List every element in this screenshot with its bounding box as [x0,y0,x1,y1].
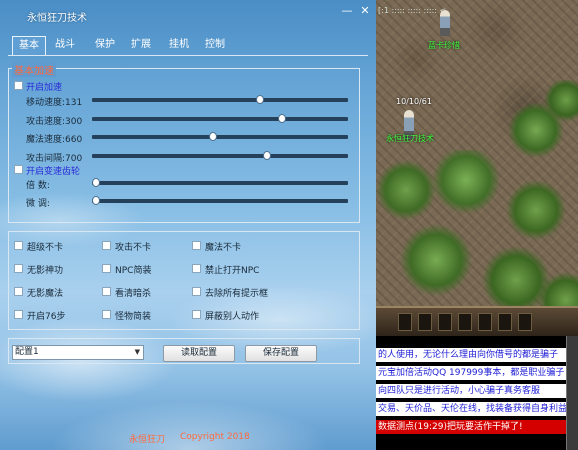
move-speed-slider[interactable] [92,95,348,104]
hud-slot[interactable] [418,313,432,331]
tab-extend[interactable]: 扩展 [126,36,156,56]
speed-group-title: 基本加速 [12,62,56,77]
hud-slot[interactable] [478,313,492,331]
gear-finetune-slider[interactable] [92,196,348,205]
minimize-button[interactable]: — [340,4,354,18]
tab-protect[interactable]: 保护 [90,36,120,56]
save-config-button[interactable]: 保存配置 [245,345,317,362]
tab-autohunt[interactable]: 挂机 [164,36,194,56]
chevron-down-icon[interactable]: ▼ [135,346,140,359]
close-button[interactable]: ✕ [358,4,372,18]
coordinates-readout: [:1 ::::: ::::: ::::: < [378,6,447,15]
title-bar: 永恒狂刀技术 — ✕ [0,0,376,30]
gear-multiplier-label: 倍 数: [26,181,50,191]
gear-multiplier-thumb[interactable] [92,178,100,187]
game-view: [:1 ::::: ::::: ::::: < 蓝卡珍惜 10/10/61 永恒… [376,0,578,450]
config-select[interactable]: 配置1 ▼ [12,345,144,360]
read-config-button[interactable]: 读取配置 [163,345,235,362]
option-checkbox[interactable] [102,310,111,319]
option-label: 怪物简装 [115,312,152,322]
magic-speed-slider[interactable] [92,132,348,141]
tab-control[interactable]: 控制 [200,36,230,56]
chat-line: 元宝加倍活动QQ 197999事本，都是职业骗子 [376,366,566,380]
game-trees [376,150,578,320]
option-checkbox[interactable] [102,264,111,273]
window-title: 永恒狂刀技术 [27,13,87,24]
attack-interval-thumb[interactable] [263,151,271,160]
chat-line: 向四队只是进行活动，小心骗子真务客服 [376,384,566,398]
hud-slot[interactable] [438,313,452,331]
gear-multiplier-slider[interactable] [92,178,348,187]
attack-interval-slider[interactable] [92,151,348,160]
tool-window: 永恒狂刀技术 — ✕ 基本 战斗 保护 扩展 挂机 控制 基本加速 开启加速 移… [0,0,376,450]
option-label: 超级不卡 [27,243,64,253]
hud-slot[interactable] [458,313,472,331]
enable-speed-label: 开启加速 [26,83,63,93]
npc-name: 蓝卡珍惜 [428,41,460,50]
gear-finetune-thumb[interactable] [92,196,100,205]
option-label: 开启76步 [27,312,66,322]
option-checkbox[interactable] [192,287,201,296]
tab-basic[interactable]: 基本 [12,36,46,56]
game-hud-bar [376,306,578,336]
attack-speed-slider[interactable] [92,114,348,123]
option-label: 去除所有提示框 [205,289,269,299]
attack-speed-label: 攻击速度:300 [26,117,83,127]
hud-slot[interactable] [498,313,512,331]
game-tree-upper [486,80,578,160]
option-label: 无影魔法 [27,289,64,299]
config-select-value: 配置1 [15,347,39,357]
option-checkbox[interactable] [14,264,23,273]
option-checkbox[interactable] [14,287,23,296]
player-name: 永恒狂刀技术 [386,134,434,143]
tab-combat[interactable]: 战斗 [50,36,80,56]
option-checkbox[interactable] [14,241,23,250]
hud-slot[interactable] [398,313,412,331]
player-hp: 10/10/61 [396,97,432,106]
option-label: 屏蔽别人动作 [205,312,260,322]
option-checkbox[interactable] [192,264,201,273]
chat-line: 交易、天价品、天伦在线，找装备获得自身利益 [376,402,566,416]
attack-speed-thumb[interactable] [278,114,286,123]
magic-speed-thumb[interactable] [209,132,217,141]
option-checkbox[interactable] [102,241,111,250]
enable-gear-checkbox[interactable] [14,165,23,174]
option-checkbox[interactable] [192,241,201,250]
move-speed-label: 移动速度:131 [26,98,83,108]
option-label: 魔法不卡 [205,243,242,253]
npc-figure[interactable] [440,10,450,36]
option-label: 看清暗杀 [115,289,152,299]
chat-scrollbar[interactable] [566,336,578,450]
enable-speed-checkbox[interactable] [14,81,23,90]
option-checkbox[interactable] [102,287,111,296]
tab-divider [8,55,368,56]
option-label: 禁止打开NPC [205,266,260,276]
option-label: NPC简装 [115,266,152,276]
chat-panel: 的人使用，无论什么理由向你借号的都是骗子 元宝加倍活动QQ 197999事本，都… [376,336,578,450]
magic-speed-label: 魔法速度:660 [26,135,83,145]
enable-gear-label: 开启变速齿轮 [26,167,81,177]
move-speed-thumb[interactable] [256,95,264,104]
footer-brand: 永恒狂刀 [129,435,166,445]
hud-slot[interactable] [518,313,532,331]
option-checkbox[interactable] [192,310,201,319]
chat-line: 的人使用，无论什么理由向你借号的都是骗子 [376,348,566,362]
chat-line: 数据测点(19:29)把玩要活作干掉了! [376,420,566,434]
option-checkbox[interactable] [14,310,23,319]
gear-finetune-label: 微 调: [26,199,50,209]
option-label: 无影神功 [27,266,64,276]
attack-interval-label: 攻击间隔:700 [26,154,83,164]
footer-copyright: Copyright 2018 [180,432,250,442]
option-label: 攻击不卡 [115,243,152,253]
